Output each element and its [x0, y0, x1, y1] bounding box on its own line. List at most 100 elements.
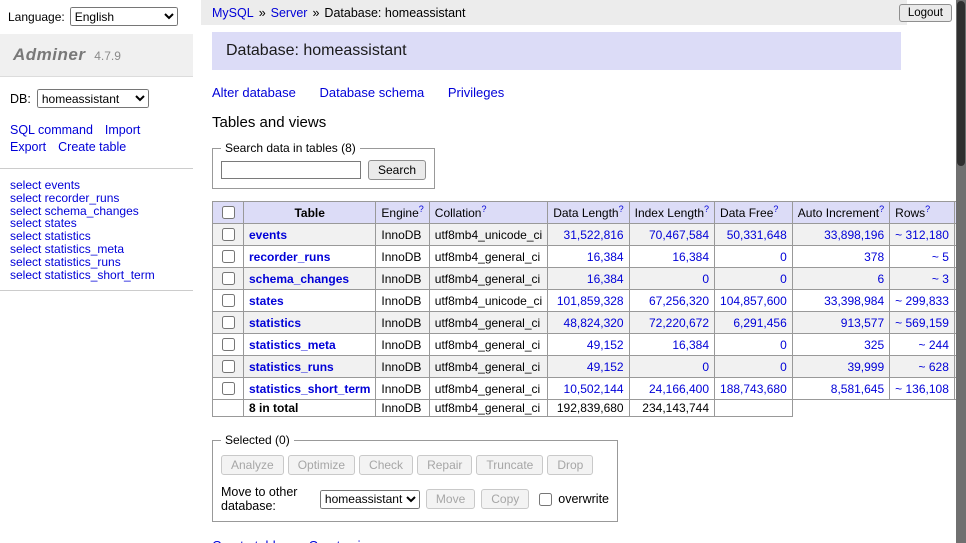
- search-button[interactable]: Search: [368, 160, 426, 180]
- auto-increment-link[interactable]: 33,398,984: [824, 294, 884, 308]
- alter-database-link[interactable]: Alter database: [212, 85, 296, 100]
- move-button[interactable]: Move: [426, 489, 475, 509]
- move-database-select[interactable]: homeassistant: [320, 490, 420, 509]
- data-length-link[interactable]: 31,522,816: [564, 228, 624, 242]
- table-name-link[interactable]: events: [249, 228, 287, 242]
- data-length-link[interactable]: 49,152: [587, 338, 624, 352]
- row-checkbox[interactable]: [222, 338, 235, 351]
- col-header-data-length: Data Length?: [548, 202, 629, 224]
- sidebar-table-link[interactable]: select events: [10, 179, 183, 192]
- database-schema-link[interactable]: Database schema: [319, 85, 424, 100]
- table-name-link[interactable]: schema_changes: [249, 272, 349, 286]
- col-header-engine: Engine?: [376, 202, 429, 224]
- analyze-button[interactable]: Analyze: [221, 455, 284, 475]
- repair-button[interactable]: Repair: [417, 455, 472, 475]
- data-free-link[interactable]: 6,291,456: [733, 316, 786, 330]
- data-free-link[interactable]: 0: [780, 250, 787, 264]
- data-length-link[interactable]: 49,152: [587, 360, 624, 374]
- sidebar-link-create-table[interactable]: Create table: [58, 140, 126, 154]
- language-select[interactable]: English: [70, 7, 178, 26]
- help-link[interactable]: ?: [773, 204, 778, 214]
- row-checkbox[interactable]: [222, 228, 235, 241]
- auto-increment-link[interactable]: 913,577: [841, 316, 884, 330]
- auto-increment-link[interactable]: 33,898,196: [824, 228, 884, 242]
- scrollbar-thumb[interactable]: [957, 1, 965, 166]
- breadcrumb-link-mysql[interactable]: MySQL: [212, 6, 254, 20]
- rows-count-link[interactable]: ~ 244: [919, 338, 949, 352]
- rows-count-link[interactable]: ~ 3: [932, 272, 949, 286]
- help-link[interactable]: ?: [704, 204, 709, 214]
- row-checkbox[interactable]: [222, 294, 235, 307]
- row-checkbox[interactable]: [222, 360, 235, 373]
- overwrite-checkbox[interactable]: [539, 493, 552, 506]
- data-free-link[interactable]: 104,857,600: [720, 294, 787, 308]
- table-name-link[interactable]: statistics: [249, 316, 301, 330]
- check-button[interactable]: Check: [359, 455, 413, 475]
- sidebar-link-sql-command[interactable]: SQL command: [10, 123, 93, 137]
- sidebar-table-link[interactable]: select statistics_runs: [10, 256, 183, 269]
- index-length-link[interactable]: 24,166,400: [649, 382, 709, 396]
- index-length-link[interactable]: 0: [702, 272, 709, 286]
- help-link[interactable]: ?: [925, 204, 930, 214]
- rows-count-link[interactable]: ~ 299,833: [895, 294, 949, 308]
- index-length-link[interactable]: 16,384: [672, 338, 709, 352]
- auto-increment-link[interactable]: 6: [877, 272, 884, 286]
- data-length-link[interactable]: 10,502,144: [564, 382, 624, 396]
- help-link[interactable]: ?: [419, 204, 424, 214]
- help-link[interactable]: ?: [879, 204, 884, 214]
- index-length-link[interactable]: 0: [702, 360, 709, 374]
- row-checkbox[interactable]: [222, 382, 235, 395]
- row-checkbox[interactable]: [222, 316, 235, 329]
- select-all-checkbox[interactable]: [222, 206, 235, 219]
- db-select[interactable]: homeassistant: [37, 89, 149, 108]
- logout-button[interactable]: Logout: [899, 4, 952, 22]
- help-link[interactable]: ?: [619, 204, 624, 214]
- data-length-link[interactable]: 16,384: [587, 272, 624, 286]
- table-name-link[interactable]: statistics_meta: [249, 338, 336, 352]
- create-table-link[interactable]: Create table: [212, 538, 283, 543]
- auto-increment-link[interactable]: 39,999: [847, 360, 884, 374]
- rows-count-link[interactable]: ~ 136,108: [895, 382, 949, 396]
- rows-count-link[interactable]: ~ 312,180: [895, 228, 949, 242]
- sidebar-table-link[interactable]: select recorder_runs: [10, 192, 183, 205]
- row-checkbox[interactable]: [222, 250, 235, 263]
- data-length-link[interactable]: 16,384: [587, 250, 624, 264]
- auto-increment-link[interactable]: 8,581,645: [831, 382, 884, 396]
- table-name-link[interactable]: statistics_short_term: [249, 382, 370, 396]
- vertical-scrollbar[interactable]: [956, 0, 966, 543]
- index-length-link[interactable]: 72,220,672: [649, 316, 709, 330]
- table-name-link[interactable]: recorder_runs: [249, 250, 330, 264]
- data-free-link[interactable]: 0: [780, 272, 787, 286]
- rows-count-link[interactable]: ~ 628: [919, 360, 949, 374]
- table-name-link[interactable]: statistics_runs: [249, 360, 334, 374]
- drop-button[interactable]: Drop: [547, 455, 593, 475]
- index-length-link[interactable]: 16,384: [672, 250, 709, 264]
- create-view-link[interactable]: Create view: [308, 538, 377, 543]
- breadcrumb-link-server[interactable]: Server: [271, 6, 308, 20]
- row-checkbox[interactable]: [222, 272, 235, 285]
- data-free-link[interactable]: 50,331,648: [727, 228, 787, 242]
- data-free-link[interactable]: 0: [780, 360, 787, 374]
- index-length-link[interactable]: 70,467,584: [649, 228, 709, 242]
- rows-count-link[interactable]: ~ 5: [932, 250, 949, 264]
- auto-increment-link[interactable]: 325: [864, 338, 884, 352]
- index-length-link[interactable]: 67,256,320: [649, 294, 709, 308]
- data-length-link[interactable]: 101,859,328: [557, 294, 624, 308]
- sidebar-table-link[interactable]: select statistics_meta: [10, 243, 183, 256]
- optimize-button[interactable]: Optimize: [288, 455, 355, 475]
- rows-count-link[interactable]: ~ 569,159: [895, 316, 949, 330]
- table-name-link[interactable]: states: [249, 294, 284, 308]
- privileges-link[interactable]: Privileges: [448, 85, 504, 100]
- adminer-screen: Language: English Adminer 4.7.9 DB: home…: [0, 0, 966, 543]
- sidebar-table-link[interactable]: select statistics_short_term: [10, 269, 183, 282]
- copy-button[interactable]: Copy: [481, 489, 529, 509]
- truncate-button[interactable]: Truncate: [476, 455, 543, 475]
- data-free-link[interactable]: 0: [780, 338, 787, 352]
- sidebar-link-import[interactable]: Import: [105, 123, 140, 137]
- auto-increment-link[interactable]: 378: [864, 250, 884, 264]
- data-length-link[interactable]: 48,824,320: [564, 316, 624, 330]
- data-free-link[interactable]: 188,743,680: [720, 382, 787, 396]
- search-input[interactable]: [221, 161, 361, 179]
- help-link[interactable]: ?: [481, 204, 486, 214]
- sidebar-link-export[interactable]: Export: [10, 140, 46, 154]
